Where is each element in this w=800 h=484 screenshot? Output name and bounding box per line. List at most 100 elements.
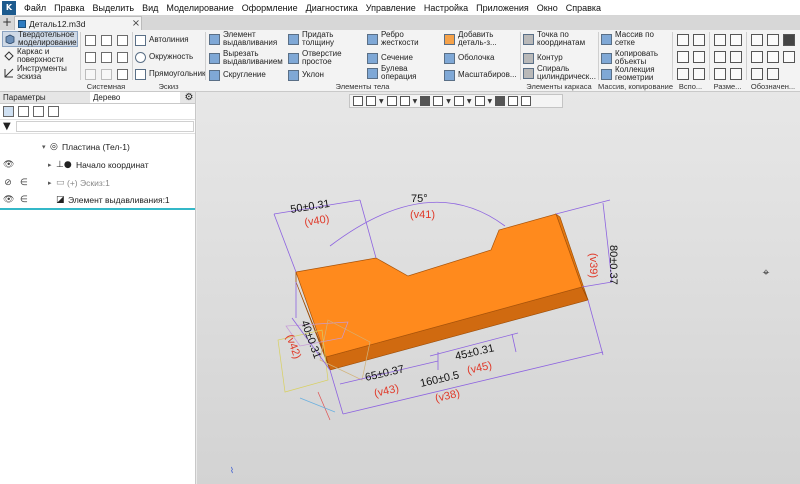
tolerance-icon[interactable] — [751, 51, 763, 63]
app-logo-icon[interactable]: K — [2, 0, 16, 15]
tab-tree[interactable]: Дерево — [90, 92, 180, 103]
filter-funnel-icon[interactable]: ▼ — [3, 121, 13, 132]
rotate-icon[interactable] — [399, 96, 410, 106]
model-scene[interactable]: 50±0.31 (v40) 75° (v41) 80±0.37 (v39) 40… — [197, 92, 800, 484]
menu-modeling[interactable]: Моделирование — [162, 0, 237, 16]
thicken-button[interactable]: Придать толщину — [288, 31, 344, 47]
expand-chevron-icon[interactable]: ▸ — [48, 161, 52, 169]
menu-select[interactable]: Выделить — [89, 0, 139, 16]
rib-button[interactable]: Ребро жесткости — [367, 31, 425, 47]
spiral-button[interactable]: Спираль цилиндрическ... — [523, 65, 601, 81]
dimension-text-step-left[interactable]: 65±0.37 — [364, 363, 405, 384]
slope-button[interactable]: Уклон — [288, 68, 324, 82]
arc-dimension-icon[interactable] — [714, 68, 726, 80]
tree-structure-icon[interactable] — [3, 106, 14, 117]
linear-dimension-icon[interactable] — [714, 34, 726, 46]
section-view-icon[interactable] — [474, 96, 485, 106]
save-icon[interactable] — [117, 35, 128, 46]
zoom-fit-icon[interactable] — [353, 96, 363, 106]
extrude-button[interactable]: Элемент выдавливания — [209, 31, 283, 47]
menu-applications[interactable]: Приложения — [472, 0, 533, 16]
display-style-icon[interactable] — [453, 96, 464, 106]
new-tab-button[interactable]: + — [0, 16, 14, 30]
tree-item-plate-body[interactable]: ▾ ◎ Пластина (Тел-1) — [0, 138, 195, 156]
base-mark-icon[interactable] — [783, 34, 795, 46]
close-tab-icon[interactable]: × — [131, 18, 141, 29]
document-tab[interactable]: Деталь12.m3d × — [14, 16, 142, 30]
menu-help[interactable]: Справка — [562, 0, 605, 16]
simple-hole-button[interactable]: Отверстие простое — [288, 50, 346, 66]
orientation-cube-icon[interactable] — [420, 96, 431, 106]
cut-extrude-button[interactable]: Вырезать выдавливанием — [209, 50, 287, 66]
redo-icon[interactable] — [101, 69, 112, 80]
copy-objects-button[interactable]: Копировать объекты — [601, 50, 665, 66]
tree-groups-icon[interactable] — [33, 106, 44, 117]
section-button[interactable]: Сечение — [367, 51, 413, 65]
tree-item-origin[interactable]: 👁 ▸ ⊥● Начало координат — [0, 156, 195, 174]
position-mark-icon[interactable] — [783, 51, 795, 63]
tree-order-icon[interactable] — [18, 106, 29, 117]
zoom-icon[interactable] — [366, 96, 376, 106]
pan-icon[interactable] — [386, 96, 397, 106]
text-note-icon[interactable] — [767, 51, 779, 63]
aux-axis-icon[interactable] — [693, 34, 705, 46]
filter-view-icon[interactable] — [521, 96, 532, 106]
new-document-icon[interactable] — [85, 35, 96, 46]
aux-line-icon[interactable] — [677, 68, 689, 80]
tree-search-input[interactable] — [16, 121, 194, 132]
menu-design[interactable]: Оформление — [238, 0, 302, 16]
roughness-icon[interactable] — [751, 34, 763, 46]
dropdown-arrow-icon[interactable]: ▼ — [446, 98, 451, 105]
collapse-chevron-icon[interactable]: ▾ — [42, 143, 46, 151]
tree-filter-mode-icon[interactable] — [48, 106, 59, 117]
visibility-eye-icon[interactable]: 👁 — [3, 160, 14, 170]
angular-dimension-icon[interactable] — [730, 34, 742, 46]
menu-manage[interactable]: Управление — [362, 0, 420, 16]
copy-icon[interactable] — [117, 52, 128, 63]
diameter-dimension-icon[interactable] — [730, 51, 742, 63]
auto-dimension-icon[interactable] — [730, 68, 742, 80]
paste-icon[interactable] — [117, 69, 128, 80]
menu-file[interactable]: Файл — [20, 0, 50, 16]
cut-icon[interactable] — [101, 52, 112, 63]
boolean-button[interactable]: Булева операция — [367, 65, 425, 81]
tree-item-sketch[interactable]: ⊘ ∈ ▸ ▭ (+) Эскиз:1 — [0, 174, 195, 192]
dimension-text-length[interactable]: 160±0.5 — [419, 369, 460, 390]
show-hide-icon[interactable] — [495, 96, 506, 106]
leader-icon[interactable] — [767, 34, 779, 46]
scale-button[interactable]: Масштабиров... — [444, 68, 517, 82]
mode-wireframe-surfaces[interactable]: Каркас и поверхности — [2, 48, 78, 64]
circle-button[interactable]: Окружность — [135, 50, 193, 64]
tab-parameters[interactable]: Параметры — [0, 92, 90, 103]
menu-edit[interactable]: Правка — [50, 0, 88, 16]
3d-viewport[interactable]: 50±0.31 (v40) 75° (v41) 80±0.37 (v39) 40… — [197, 92, 800, 484]
rectangle-button[interactable]: Прямоугольник — [135, 67, 206, 81]
dropdown-arrow-icon[interactable]: ▼ — [379, 98, 384, 105]
dimension-text-angle[interactable]: 75° — [411, 193, 428, 205]
radial-dimension-icon[interactable] — [714, 51, 726, 63]
tree-item-extrusion[interactable]: 👁 ∈ ◪ Элемент выдавливания:1 — [0, 192, 195, 210]
dropdown-arrow-icon[interactable]: ▼ — [488, 98, 493, 105]
panel-settings-gear-icon[interactable]: ⚙ — [183, 92, 195, 103]
print-icon[interactable] — [85, 52, 96, 63]
dimension-text-height[interactable]: 80±0.37 — [607, 245, 619, 285]
aux-more-icon[interactable] — [693, 68, 705, 80]
point-by-coords-button[interactable]: Точка по координатам — [523, 31, 597, 47]
grid-array-button[interactable]: Массив по сетке — [601, 31, 665, 47]
cut-line-icon[interactable] — [767, 68, 779, 80]
mode-sketch-tools[interactable]: Инструменты эскиза — [2, 65, 78, 81]
aux-point-icon[interactable] — [677, 51, 689, 63]
contour-button[interactable]: Контур — [523, 51, 563, 65]
mode-solid-modeling[interactable]: Твердотельное моделирование — [2, 31, 78, 47]
aux-plane-icon[interactable] — [677, 34, 689, 46]
view-orientation-icon[interactable] — [433, 96, 444, 106]
aux-cs-icon[interactable] — [693, 51, 705, 63]
thread-mark-icon[interactable] — [751, 68, 763, 80]
menu-window[interactable]: Окно — [533, 0, 562, 16]
shell-button[interactable]: Оболочка — [444, 51, 494, 65]
menu-settings[interactable]: Настройка — [420, 0, 472, 16]
expand-chevron-icon[interactable]: ▸ — [48, 179, 52, 187]
geometry-collection-button[interactable]: Коллекция геометрии — [601, 66, 665, 82]
visibility-eye-icon[interactable]: 👁 — [3, 195, 14, 205]
dropdown-arrow-icon[interactable]: ▼ — [467, 98, 472, 105]
